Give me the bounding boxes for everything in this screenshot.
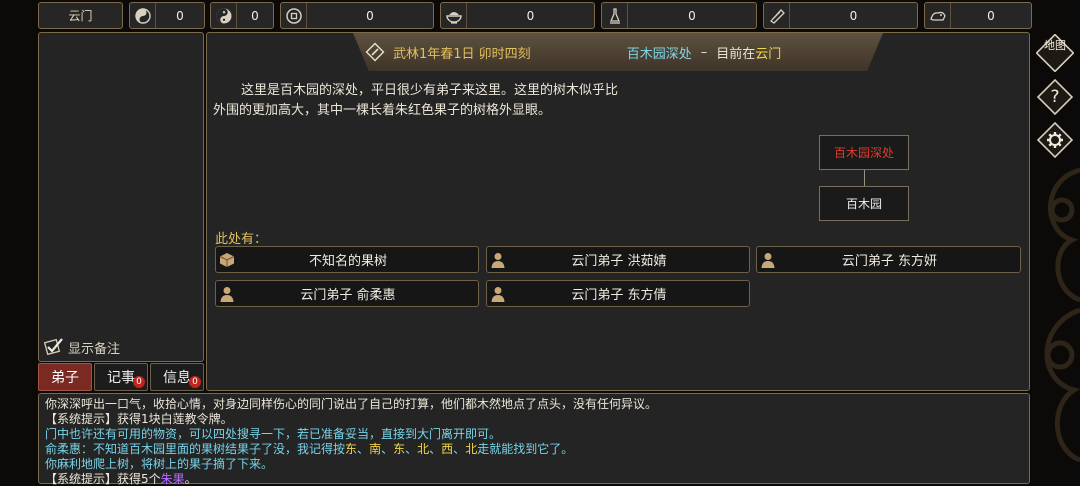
- entity-label: 不知名的果树: [308, 254, 387, 269]
- sect-name-box[interactable]: 云门: [38, 2, 123, 29]
- log-direction: 东: [393, 442, 406, 456]
- log-sep: 、: [357, 442, 370, 456]
- current-place: 云门: [755, 46, 782, 62]
- show-notes-label: 显示备注: [68, 341, 121, 357]
- game-date: 武林1年春1日 卯时四刻: [393, 46, 531, 62]
- map-node-label: 百木园: [845, 197, 882, 211]
- description-line: 这里是百木园的深处，平日很少有弟子来这里。这里的树木似乎比: [241, 83, 619, 98]
- stat-value: 0: [176, 8, 184, 23]
- stat-box-0[interactable]: 0: [129, 2, 205, 29]
- current-prefix: 目前在: [716, 46, 756, 62]
- log-text: 【系统提示】获得5个: [45, 472, 161, 486]
- sect-name: 云门: [68, 9, 93, 23]
- log-sep: 、: [405, 442, 418, 456]
- header-separator: –: [700, 44, 708, 60]
- location-description: 这里是百木园的深处，平日很少有弟子来这里。这里的树木似乎比 外围的更加高大，其中…: [213, 81, 703, 121]
- tab-disciples[interactable]: 弟子: [38, 363, 92, 391]
- tab-label: 弟子: [51, 370, 79, 386]
- coin-icon: [281, 3, 307, 28]
- entity-label: 云门弟子 东方倩: [571, 288, 667, 303]
- entity-button-fruit-tree[interactable]: 不知名的果树: [215, 246, 479, 273]
- map-node-label: 百木园深处: [833, 146, 894, 160]
- entity-button-disciple[interactable]: 云门弟子 俞柔惠: [215, 280, 479, 307]
- tab-label: 信息: [163, 370, 191, 386]
- log-sep: 、: [429, 442, 442, 456]
- entity-button-disciple[interactable]: 云门弟子 洪茹婧: [486, 246, 750, 273]
- log-direction: 东: [345, 442, 358, 456]
- tab-journal[interactable]: 记事 0: [94, 363, 148, 391]
- entity-button-disciple[interactable]: 云门弟子 东方妍: [756, 246, 1021, 273]
- log-sep: 、: [381, 442, 394, 456]
- help-label: ?: [1050, 87, 1060, 107]
- cloud-ornament: [1044, 167, 1080, 463]
- tab-messages[interactable]: 信息 0: [150, 363, 204, 391]
- compass-icon: [365, 42, 385, 62]
- log-line: 门中也许还有可用的物资，可以四处搜寻一下，若已准备妥当，直接到大门离开即可。: [45, 427, 502, 441]
- person-icon: [487, 252, 509, 268]
- stat-box-1[interactable]: 0: [210, 2, 274, 29]
- log-direction: 北: [465, 442, 478, 456]
- stat-box-5[interactable]: 0: [763, 2, 918, 29]
- notification-badge: 0: [133, 376, 145, 388]
- stat-value: 0: [251, 8, 259, 23]
- left-panel[interactable]: 显示备注: [38, 32, 204, 362]
- entity-label: 云门弟子 东方妍: [841, 254, 938, 269]
- description-line: 外围的更加高大，其中一棵长着朱红色果子的树格外显眼。: [213, 103, 552, 118]
- show-notes-toggle[interactable]: 显示备注: [44, 337, 120, 357]
- rice-bowl-icon: [441, 3, 467, 28]
- entity-button-disciple[interactable]: 云门弟子 东方倩: [486, 280, 750, 307]
- location-header: 武林1年春1日 卯时四刻 百木园深处 – 目前在 云门: [353, 33, 883, 71]
- stat-value: 0: [526, 8, 535, 23]
- log-text: 。: [184, 472, 197, 486]
- yinyang-medal-icon: [130, 3, 156, 28]
- log-speaker: 俞柔惠：: [45, 442, 94, 456]
- scroll-icon: [764, 3, 790, 28]
- stat-value: 0: [987, 8, 995, 23]
- log-text: 不知道百木园里面的果树结果子了没，我记得按: [93, 442, 346, 456]
- location-name: 百木园深处: [626, 46, 692, 62]
- entity-label: 云门弟子 俞柔惠: [300, 288, 396, 303]
- person-icon: [757, 252, 779, 268]
- help-button[interactable]: ?: [1036, 78, 1074, 116]
- yinyang-icon: [211, 3, 237, 28]
- stat-box-4[interactable]: 0: [601, 2, 757, 29]
- gear-icon: [1036, 121, 1074, 159]
- map-node-linked[interactable]: 百木园: [819, 186, 909, 221]
- log-line-dialogue: 俞柔惠：不知道百木园里面的果树结果子了没，我记得按东、南、东、北、西、北走就能找…: [45, 442, 1023, 457]
- log-line-reward: 【系统提示】获得5个朱果。: [45, 472, 1023, 486]
- map-connector: [864, 170, 865, 186]
- map-button[interactable]: 地图: [1036, 34, 1074, 72]
- checkbox-icon: [44, 338, 63, 356]
- entity-label: 云门弟子 洪茹婧: [571, 254, 667, 269]
- person-icon: [216, 286, 238, 302]
- log-sep: 、: [453, 442, 466, 456]
- stat-value: 0: [366, 8, 374, 23]
- log-direction: 西: [441, 442, 454, 456]
- stat-value: 0: [688, 8, 696, 23]
- map-label: 地图: [1044, 39, 1066, 52]
- log-line: 【系统提示】获得1块白莲教令牌。: [45, 412, 233, 426]
- tab-label: 记事: [107, 370, 135, 386]
- message-log[interactable]: 你深深呼出一口气，收拾心情，对身边同样伤心的同门说出了自己的打算，他们都木然地点…: [38, 393, 1030, 486]
- log-item: 朱果: [160, 472, 185, 486]
- log-direction: 南: [369, 442, 382, 456]
- main-panel: 武林1年春1日 卯时四刻 百木园深处 – 目前在 云门 这里是百木园的深处，平日…: [206, 32, 1030, 391]
- settings-button[interactable]: [1036, 121, 1074, 159]
- log-line: 你麻利地爬上树，将树上的果子摘了下来。: [45, 457, 274, 471]
- notification-badge: 0: [189, 376, 201, 388]
- stat-box-2[interactable]: 0: [280, 2, 434, 29]
- log-text: 走就能找到它了。: [477, 442, 574, 456]
- beast-icon: [925, 3, 951, 28]
- stat-box-3[interactable]: 0: [440, 2, 595, 29]
- log-direction: 北: [417, 442, 430, 456]
- log-line: 你深深呼出一口气，收拾心情，对身边同样伤心的同门说出了自己的打算，他们都木然地点…: [45, 397, 658, 411]
- here-label: 此处有：: [215, 232, 268, 247]
- herb-bottle-icon: [602, 3, 628, 28]
- person-icon: [487, 286, 509, 302]
- stat-box-6[interactable]: 0: [924, 2, 1032, 29]
- stat-value: 0: [849, 8, 858, 23]
- box-icon: [216, 252, 238, 268]
- map-node-current[interactable]: 百木园深处: [819, 135, 909, 170]
